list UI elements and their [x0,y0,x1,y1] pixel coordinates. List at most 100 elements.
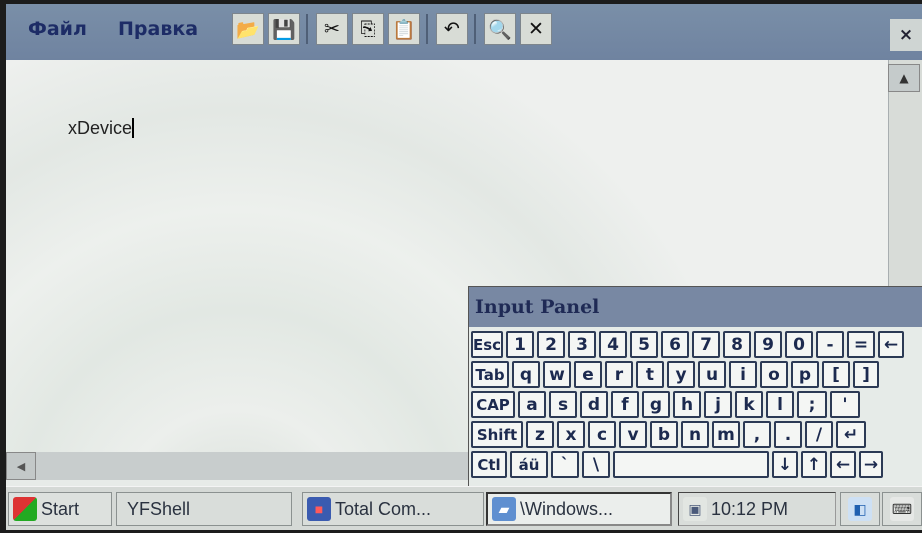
delete-button[interactable]: ✕ [520,13,552,45]
key-left-bracket[interactable]: [ [822,361,850,388]
key-equals[interactable]: = [847,331,875,358]
key-s[interactable]: s [549,391,577,418]
toolbar-separator [426,14,428,44]
scroll-up-button[interactable]: ▲ [888,64,920,92]
key-space[interactable] [613,451,769,478]
key-d[interactable]: d [580,391,608,418]
open-folder-icon: 📂 [236,18,260,41]
taskbar-windows-folder-label: \Windows... [520,498,614,519]
key-6[interactable]: 6 [661,331,689,358]
key-1[interactable]: 1 [506,331,534,358]
key-slash[interactable]: / [805,421,833,448]
cut-button[interactable]: ✂ [316,13,348,45]
document-text: xDevice [68,118,133,138]
start-button[interactable]: Start [8,492,112,526]
key-p[interactable]: p [791,361,819,388]
key-2[interactable]: 2 [537,331,565,358]
save-icon: 💾 [272,18,296,41]
desktop-icon: ◧ [848,497,872,521]
key-left-arrow[interactable]: ← [830,451,856,478]
key-semicolon[interactable]: ; [797,391,827,418]
key-up-arrow[interactable]: ↑ [801,451,827,478]
key-e[interactable]: e [574,361,602,388]
document-text-line: xDevice [68,118,135,139]
key-8[interactable]: 8 [723,331,751,358]
key-7[interactable]: 7 [692,331,720,358]
device-screen: Файл Правка 📂 💾 ✂ ⎘ 📋 ↶ 🔍 ✕ × xDevice ▲ … [6,4,922,530]
key-down-arrow[interactable]: ↓ [772,451,798,478]
undo-button[interactable]: ↶ [436,13,468,45]
taskbar: Start YFShell ■ Total Com... ▰ \Windows.… [6,486,922,530]
key-0[interactable]: 0 [785,331,813,358]
key-g[interactable]: g [642,391,670,418]
key-w[interactable]: w [543,361,571,388]
open-button[interactable]: 📂 [232,13,264,45]
key-international[interactable]: áü [510,451,548,478]
key-z[interactable]: z [526,421,554,448]
taskbar-windows-folder[interactable]: ▰ \Windows... [486,492,672,526]
input-panel-toggle[interactable]: ⌨ [882,492,922,526]
key-b[interactable]: b [650,421,678,448]
key-x[interactable]: x [557,421,585,448]
save-button[interactable]: 💾 [268,13,300,45]
key-n[interactable]: n [681,421,709,448]
horizontal-scrollbar[interactable] [6,452,470,480]
menu-file[interactable]: Файл [28,18,87,40]
key-h[interactable]: h [673,391,701,418]
key-y[interactable]: y [667,361,695,388]
taskbar-total-commander-label: Total Com... [335,498,432,519]
key-c[interactable]: c [588,421,616,448]
key-esc[interactable]: Esc [471,331,503,358]
key-right-bracket[interactable]: ] [853,361,879,388]
key-o[interactable]: o [760,361,788,388]
key-enter[interactable]: ↵ [836,421,866,448]
key-period[interactable]: . [774,421,802,448]
key-f[interactable]: f [611,391,639,418]
key-quote[interactable]: ' [830,391,860,418]
system-tray: ▣ 10:12 PM [678,492,836,526]
key-ctrl[interactable]: Ctl [471,451,507,478]
key-m[interactable]: m [712,421,740,448]
key-5[interactable]: 5 [630,331,658,358]
windows-flag-icon [13,497,37,521]
paste-icon: 📋 [392,18,416,41]
scissors-icon: ✂ [324,18,340,40]
key-backspace[interactable]: ← [878,331,904,358]
key-l[interactable]: l [766,391,794,418]
key-a[interactable]: a [518,391,546,418]
key-u[interactable]: u [698,361,726,388]
taskbar-total-commander[interactable]: ■ Total Com... [302,492,484,526]
key-9[interactable]: 9 [754,331,782,358]
copy-icon: ⎘ [360,18,376,40]
key-right-arrow[interactable]: → [859,451,883,478]
arrow-up-icon: ▲ [899,71,909,85]
taskbar-yfshell[interactable]: YFShell [116,492,292,526]
close-button[interactable]: × [890,19,922,51]
network-icon[interactable]: ▣ [683,497,707,521]
desktop-button[interactable]: ◧ [840,492,880,526]
key-minus[interactable]: - [816,331,844,358]
key-backtick[interactable]: ` [551,451,579,478]
total-commander-icon: ■ [307,497,331,521]
paste-button[interactable]: 📋 [388,13,420,45]
key-4[interactable]: 4 [599,331,627,358]
key-tab[interactable]: Tab [471,361,509,388]
menu-edit[interactable]: Правка [118,18,198,40]
find-button[interactable]: 🔍 [484,13,516,45]
copy-button[interactable]: ⎘ [352,13,384,45]
key-q[interactable]: q [512,361,540,388]
scroll-left-button[interactable]: ◀ [6,452,36,480]
key-i[interactable]: i [729,361,757,388]
key-caps[interactable]: CAP [471,391,515,418]
key-shift[interactable]: Shift [471,421,523,448]
key-comma[interactable]: , [743,421,771,448]
key-j[interactable]: j [704,391,732,418]
arrow-left-icon: ◀ [16,459,26,473]
key-r[interactable]: r [605,361,633,388]
key-k[interactable]: k [735,391,763,418]
cross-icon: ✕ [528,18,544,40]
key-t[interactable]: t [636,361,664,388]
key-3[interactable]: 3 [568,331,596,358]
key-v[interactable]: v [619,421,647,448]
key-backslash[interactable]: \ [582,451,610,478]
